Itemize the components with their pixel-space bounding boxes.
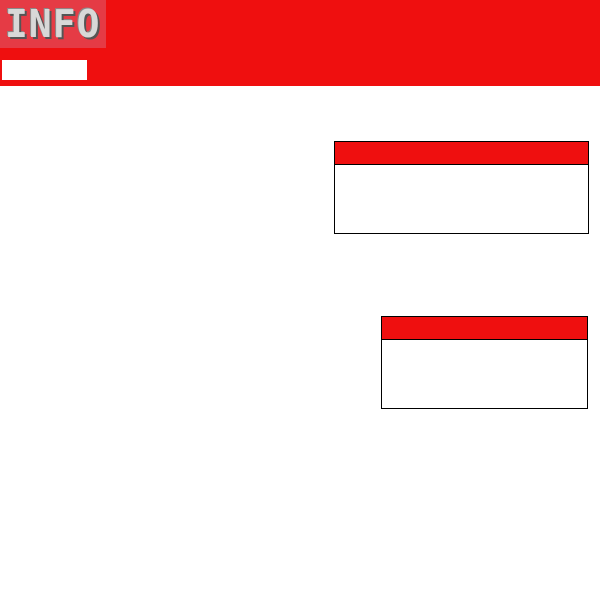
panel-2-title-bar [382, 317, 587, 340]
header-bar: INFO [0, 0, 600, 86]
header-input-field[interactable] [2, 60, 87, 80]
info-logo[interactable]: INFO [0, 0, 106, 48]
logo-text: INFO [5, 2, 101, 46]
info-panel-1 [334, 141, 589, 234]
panel-1-body [335, 165, 588, 173]
panel-1-title-bar [335, 142, 588, 165]
info-panel-2 [381, 316, 588, 409]
panel-2-body [382, 340, 587, 348]
